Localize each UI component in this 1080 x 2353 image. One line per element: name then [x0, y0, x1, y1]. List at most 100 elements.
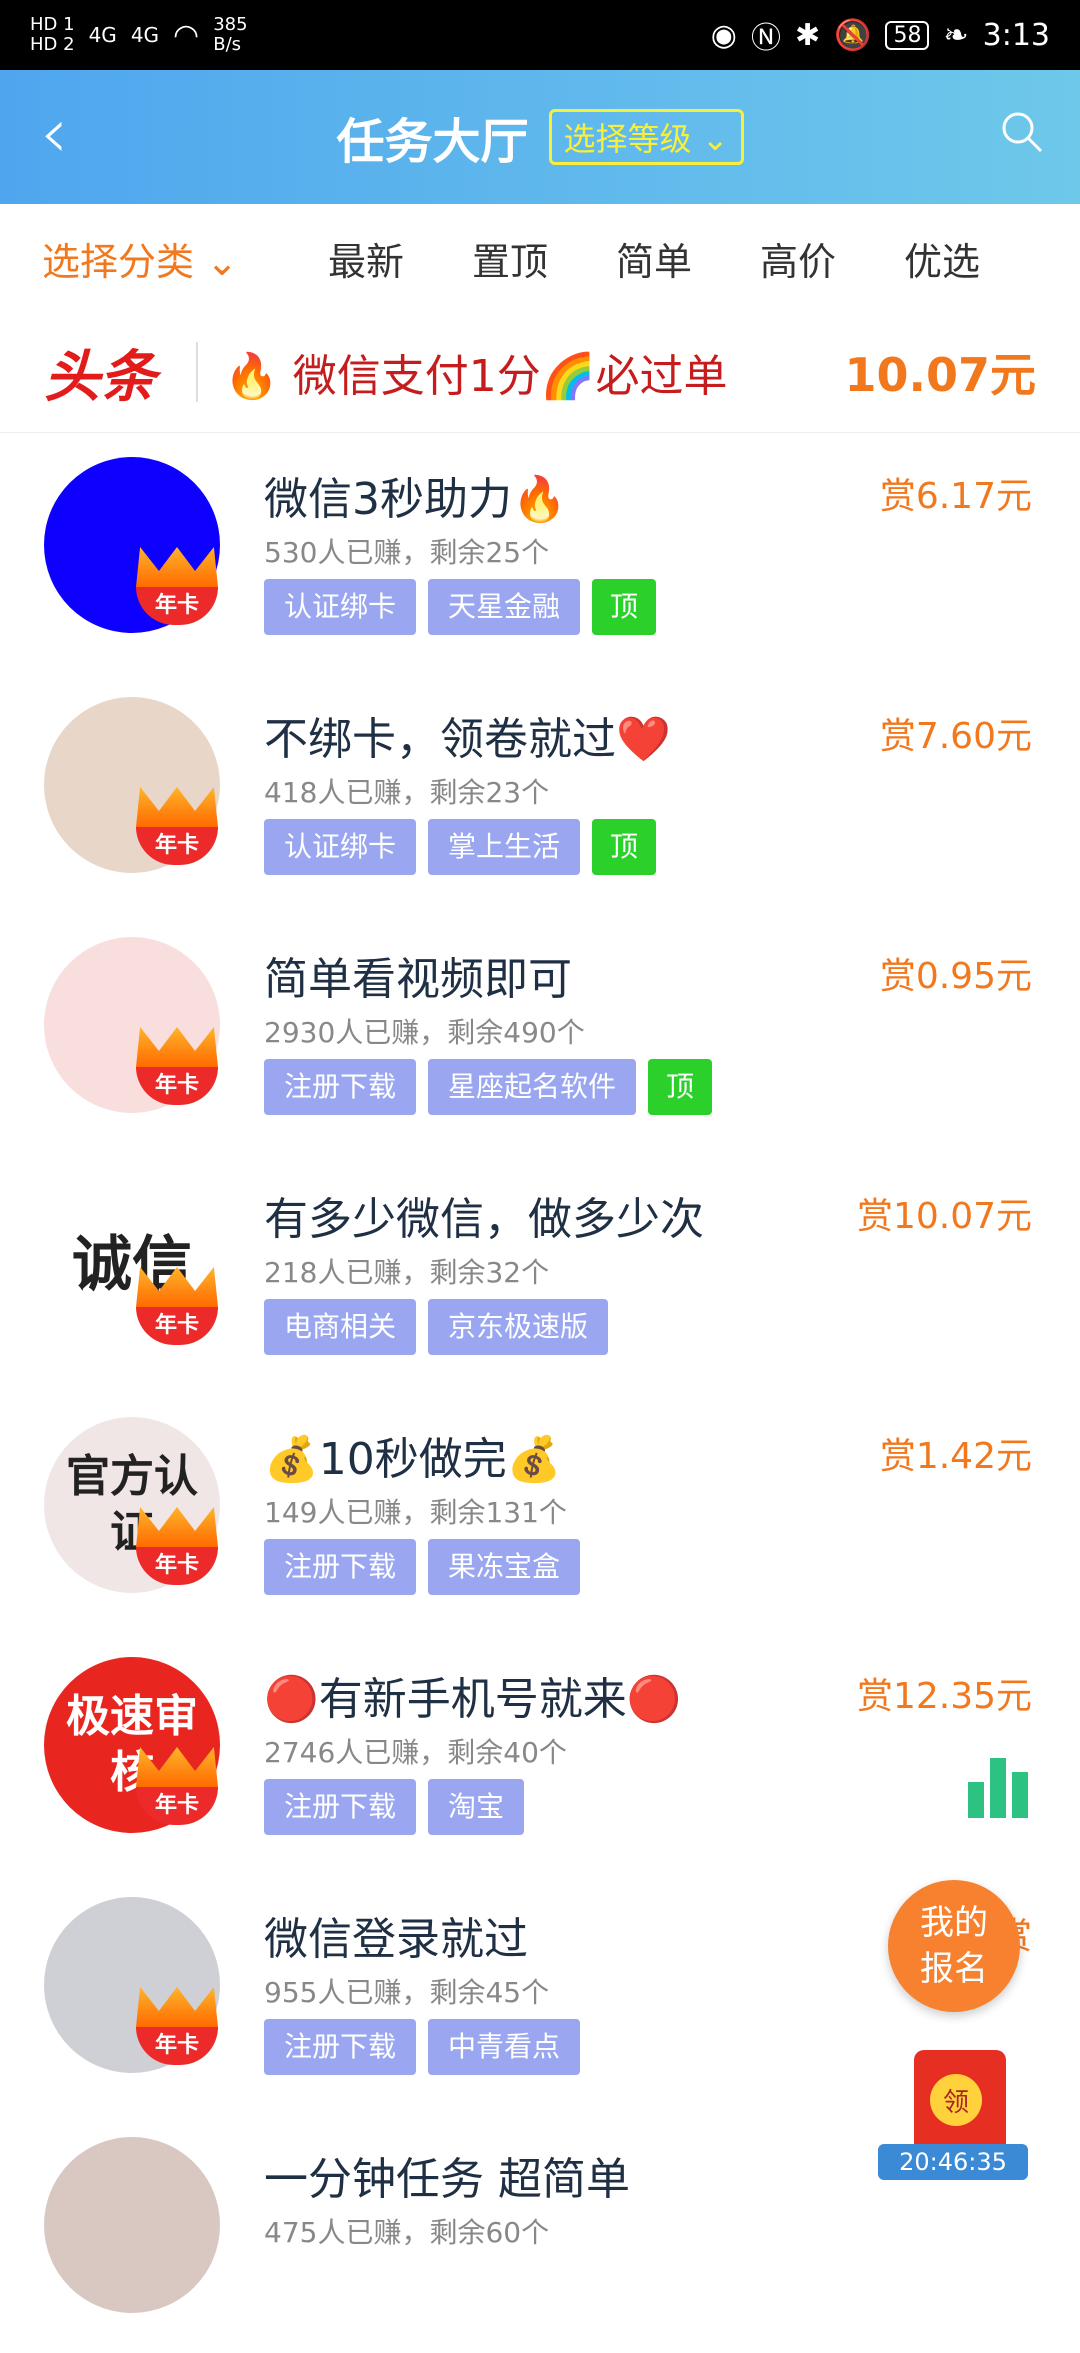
status-bar: HD 1 HD 2 4G 4G ◠ 385 B/s ◉ Ⓝ ✱ 🔕 58 ❧ 3…	[0, 0, 1080, 70]
task-title: 简单看视频即可	[264, 954, 572, 1005]
crown-top	[136, 1987, 218, 2027]
tab-latest[interactable]: 最新	[328, 231, 404, 286]
pinned-badge: 顶	[592, 819, 657, 875]
eye-icon: ◉	[710, 17, 737, 53]
task-reward: 赏10.07元	[856, 1196, 1032, 1237]
status-left: HD 1 HD 2 4G 4G ◠ 385 B/s	[30, 15, 248, 55]
task-meta: 475人已赚，剩余60个	[264, 2216, 550, 2249]
task-tags: 注册下载 淘宝	[264, 1779, 525, 1835]
task-tags: 注册下载 果冻宝盒	[264, 1539, 581, 1595]
task-meta: 530人已赚，剩余25个	[264, 536, 550, 569]
crown-top	[136, 547, 218, 587]
task-tag: 注册下载	[264, 1779, 417, 1835]
tab-high-price[interactable]: 高价	[760, 231, 836, 286]
tab-pinned[interactable]: 置顶	[472, 231, 548, 286]
task-tag: 注册下载	[264, 1059, 417, 1115]
crown-label: 年卡	[136, 827, 218, 865]
divider	[196, 342, 198, 402]
headline-banner[interactable]: 头条 🔥 微信支付1分🌈必过单 10.07元	[0, 312, 1080, 433]
task-tag: 京东极速版	[428, 1299, 609, 1355]
bar-chart-bar	[1012, 1772, 1028, 1818]
red-packet-widget[interactable]: 领 20:46:35	[878, 2040, 1028, 2180]
my-signup-button[interactable]: 我的报名	[888, 1880, 1020, 2012]
app-header: ‹ 任务大厅 选择等级 ⌄	[0, 70, 1080, 204]
task-title: 微信3秒助力🔥	[264, 474, 567, 525]
task-title: 一分钟任务 超简单	[264, 2154, 630, 2205]
crown-label: 年卡	[136, 1787, 218, 1825]
task-item[interactable]: 年卡 微信3秒助力🔥 530人已赚，剩余25个 认证绑卡 天星金融 顶 赏6.1…	[0, 433, 1080, 673]
red-packet-label: 领	[930, 2074, 982, 2126]
crown-label: 年卡	[136, 1067, 218, 1105]
task-title: 💰10秒做完💰	[264, 1434, 562, 1485]
net-speed-value: 385	[213, 14, 248, 35]
task-item[interactable]: 官方认证 年卡 💰10秒做完💰 149人已赚，剩余131个 注册下载 果冻宝盒 …	[0, 1393, 1080, 1633]
task-title: 🔴有新手机号就来🔴	[264, 1674, 682, 1725]
net-speed-unit: B/s	[213, 34, 242, 55]
task-item[interactable]: 年卡 简单看视频即可 2930人已赚，剩余490个 注册下载 星座起名软件 顶 …	[0, 913, 1080, 1153]
crown-top	[136, 1267, 218, 1307]
leaf-icon: ❧	[943, 17, 969, 53]
bar-chart-bar	[990, 1758, 1006, 1818]
task-tag: 星座起名软件	[428, 1059, 637, 1115]
crown-label: 年卡	[136, 1307, 218, 1345]
hd-indicators: HD 1 HD 2	[30, 15, 75, 55]
crown-top	[136, 787, 218, 827]
mute-bell-icon: 🔕	[834, 17, 872, 53]
crown-icon: 年卡	[136, 1747, 218, 1829]
task-meta: 955人已赚，剩余45个	[264, 1976, 550, 2009]
task-meta: 2930人已赚，剩余490个	[264, 1016, 585, 1049]
task-tags: 注册下载 星座起名软件 顶	[264, 1059, 713, 1115]
filter-tabs: 选择分类 ⌄ 最新 置顶 简单 高价 优选	[0, 204, 1080, 312]
level-select-button[interactable]: 选择等级 ⌄	[548, 109, 744, 165]
task-title: 有多少微信，做多少次	[264, 1194, 704, 1245]
task-reward: 赏12.35元	[856, 1676, 1032, 1717]
task-tags: 电商相关 京东极速版	[264, 1299, 609, 1355]
nfc-icon: Ⓝ	[750, 21, 781, 56]
signal1-icon: 4G	[88, 23, 117, 47]
crown-icon: 年卡	[136, 1027, 218, 1109]
crown-icon: 年卡	[136, 1987, 218, 2069]
task-title: 不绑卡，领卷就过❤️	[264, 714, 671, 765]
status-right: ◉ Ⓝ ✱ 🔕 58 ❧ 3:13	[711, 13, 1050, 57]
task-tag: 电商相关	[264, 1299, 417, 1355]
task-reward: 赏1.42元	[879, 1436, 1032, 1477]
headline-price: 10.07元	[844, 348, 1036, 402]
task-tag: 中青看点	[428, 2019, 581, 2075]
search-icon[interactable]	[1000, 110, 1044, 154]
avatar	[44, 2137, 220, 2313]
red-packet-timer: 20:46:35	[878, 2144, 1028, 2180]
task-reward: 赏7.60元	[879, 716, 1032, 757]
crown-icon: 年卡	[136, 1507, 218, 1589]
crown-top	[136, 1027, 218, 1067]
task-tags: 认证绑卡 掌上生活 顶	[264, 819, 657, 875]
bar-chart-icon[interactable]	[968, 1754, 1032, 1818]
task-tag: 认证绑卡	[264, 819, 417, 875]
task-reward: 赏6.17元	[879, 476, 1032, 517]
task-item[interactable]: 极速审核 年卡 🔴有新手机号就来🔴 2746人已赚，剩余40个 注册下载 淘宝 …	[0, 1633, 1080, 1873]
headline-text: 🔥 微信支付1分🌈必过单	[224, 351, 728, 402]
tab-simple[interactable]: 简单	[616, 231, 692, 286]
tab-featured[interactable]: 优选	[904, 231, 980, 286]
crown-top	[136, 1747, 218, 1787]
task-tag: 掌上生活	[428, 819, 581, 875]
task-item[interactable]: 诚信 年卡 有多少微信，做多少次 218人已赚，剩余32个 电商相关 京东极速版…	[0, 1153, 1080, 1393]
crown-label: 年卡	[136, 2027, 218, 2065]
task-tags: 认证绑卡 天星金融 顶	[264, 579, 657, 635]
task-meta: 149人已赚，剩余131个	[264, 1496, 567, 1529]
task-tag: 淘宝	[428, 1779, 525, 1835]
pinned-badge: 顶	[592, 579, 657, 635]
task-reward: 赏0.95元	[879, 956, 1032, 997]
chevron-down-icon: ⌄	[701, 120, 729, 158]
signal2-icon: 4G	[130, 23, 160, 47]
level-select-label: 选择等级	[563, 120, 692, 158]
crown-icon: 年卡	[136, 547, 218, 629]
task-tag: 认证绑卡	[264, 579, 417, 635]
crown-label: 年卡	[136, 1547, 218, 1585]
bar-chart-bar	[968, 1782, 984, 1818]
title-group: 任务大厅 选择等级 ⌄	[0, 102, 1080, 172]
task-tag: 天星金融	[428, 579, 581, 635]
task-item[interactable]: 年卡 不绑卡，领卷就过❤️ 418人已赚，剩余23个 认证绑卡 掌上生活 顶 赏…	[0, 673, 1080, 913]
tab-category[interactable]: 选择分类 ⌄	[42, 231, 238, 286]
task-meta: 218人已赚，剩余32个	[264, 1256, 550, 1289]
task-meta: 418人已赚，剩余23个	[264, 776, 550, 809]
